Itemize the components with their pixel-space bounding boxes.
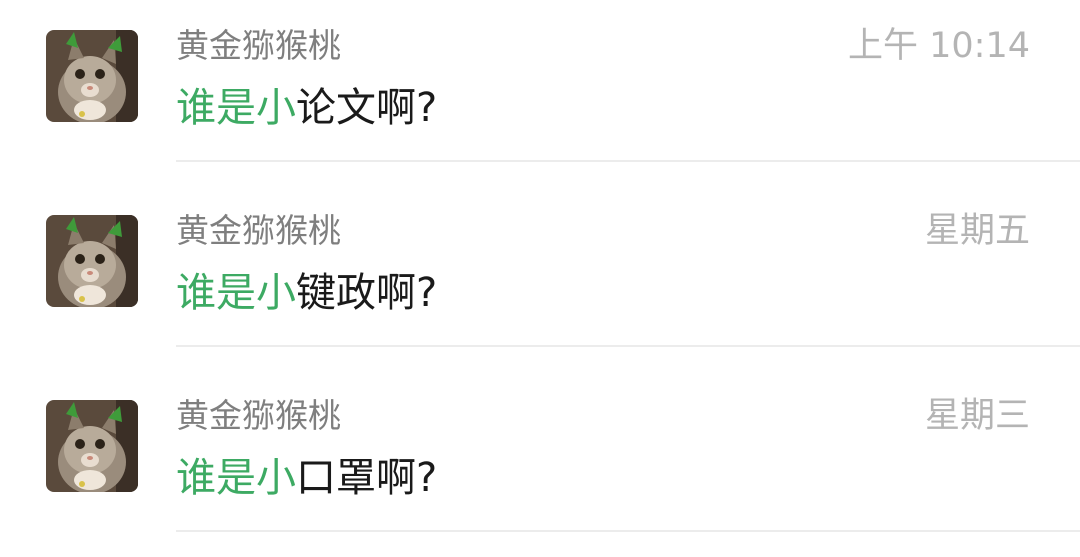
cat-avatar-image xyxy=(46,400,138,492)
message-preview: 谁是小口罩啊? xyxy=(176,452,437,504)
message-preview: 谁是小键政啊? xyxy=(176,267,437,319)
message-rest: 键政啊? xyxy=(296,270,438,316)
sender-name: 黄金猕猴桃 xyxy=(176,26,341,65)
cat-avatar-icon[interactable] xyxy=(46,30,138,122)
cat-avatar-icon[interactable] xyxy=(46,215,138,307)
chat-row[interactable]: 黄金猕猴桃 星期三 谁是小口罩啊? xyxy=(0,370,1080,555)
row-divider xyxy=(176,160,1080,162)
message-highlight: 谁是小 xyxy=(176,85,296,131)
chat-row[interactable]: 黄金猕猴桃 上午 10:14 谁是小论文啊? xyxy=(0,0,1080,185)
sender-name: 黄金猕猴桃 xyxy=(176,211,341,250)
message-rest: 论文啊? xyxy=(296,85,438,131)
cat-avatar-image xyxy=(46,215,138,307)
cat-avatar-image xyxy=(46,30,138,122)
message-rest: 口罩啊? xyxy=(296,455,438,501)
cat-avatar-icon[interactable] xyxy=(46,400,138,492)
message-highlight: 谁是小 xyxy=(176,270,296,316)
row-divider xyxy=(176,530,1080,532)
message-highlight: 谁是小 xyxy=(176,455,296,501)
chat-list: 黄金猕猴桃 上午 10:14 谁是小论文啊? 黄金猕猴桃 星期五 谁是小键政啊?… xyxy=(0,0,1080,557)
message-time: 星期三 xyxy=(924,396,1030,436)
message-time: 上午 10:14 xyxy=(848,26,1030,66)
row-divider xyxy=(176,345,1080,347)
message-preview: 谁是小论文啊? xyxy=(176,82,437,134)
message-time: 星期五 xyxy=(924,211,1030,251)
sender-name: 黄金猕猴桃 xyxy=(176,396,341,435)
chat-row[interactable]: 黄金猕猴桃 星期五 谁是小键政啊? xyxy=(0,185,1080,370)
